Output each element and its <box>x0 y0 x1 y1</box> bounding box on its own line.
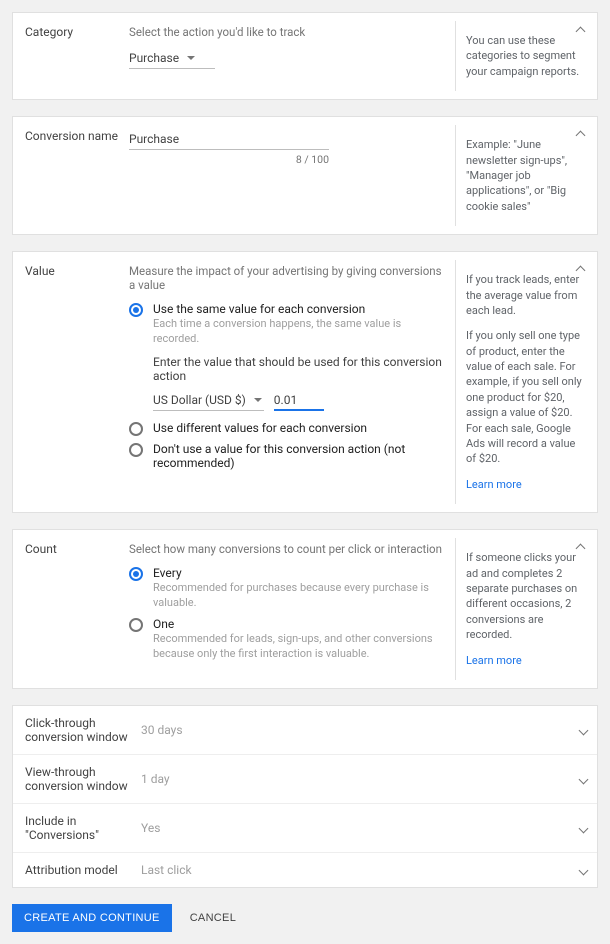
value-diff-label: Use different values for each conversion <box>153 421 443 435</box>
conversion-name-input[interactable] <box>129 129 329 150</box>
value-radio-none[interactable]: Don't use a value for this conversion ac… <box>129 442 443 470</box>
value-amount-prompt: Enter the value that should be used for … <box>153 355 443 383</box>
collapsed-settings: Click-through conversion window 30 days … <box>12 705 598 888</box>
category-label: Category <box>13 13 129 51</box>
count-radio-one[interactable]: One Recommended for leads, sign-ups, and… <box>129 617 443 662</box>
vtw-row[interactable]: View-through conversion window 1 day <box>13 755 597 804</box>
count-hint: Select how many conversions to count per… <box>129 542 443 556</box>
value-help-p1: If you track leads, enter the average va… <box>466 272 585 318</box>
category-section: Category Select the action you'd like to… <box>12 12 598 100</box>
chevron-down-icon <box>579 725 589 735</box>
value-same-desc: Each time a conversion happens, the same… <box>153 317 443 347</box>
inc-row[interactable]: Include in "Conversions" Yes <box>13 804 597 853</box>
count-help-p1: If someone clicks your ad and completes … <box>466 550 585 642</box>
chevron-down-icon <box>579 774 589 784</box>
ctw-value: 30 days <box>141 723 183 737</box>
chevron-up-icon <box>575 27 585 37</box>
count-learn-more-link[interactable]: Learn more <box>466 654 522 667</box>
vtw-label: View-through conversion window <box>25 765 141 793</box>
radio-icon <box>129 303 143 317</box>
value-collapse[interactable] <box>571 260 589 278</box>
count-label: Count <box>13 530 129 568</box>
count-one-label: One <box>153 617 443 631</box>
value-radio-diff[interactable]: Use different values for each conversion <box>129 421 443 436</box>
category-dropdown[interactable]: Purchase <box>129 49 215 69</box>
cancel-button[interactable]: CANCEL <box>186 904 240 932</box>
category-dropdown-value: Purchase <box>129 51 179 65</box>
action-buttons: CREATE AND CONTINUE CANCEL <box>12 904 598 932</box>
chevron-up-icon <box>575 131 585 141</box>
value-none-label: Don't use a value for this conversion ac… <box>153 442 443 470</box>
value-help-p2: If you only sell one type of product, en… <box>466 328 585 467</box>
currency-dropdown[interactable]: US Dollar (USD $) <box>153 391 264 411</box>
radio-icon <box>129 618 143 632</box>
inc-value: Yes <box>141 821 160 835</box>
count-radio-every[interactable]: Every Recommended for purchases because … <box>129 566 443 611</box>
count-section: Count Select how many conversions to cou… <box>12 529 598 689</box>
attr-row[interactable]: Attribution model Last click <box>13 853 597 887</box>
count-every-label: Every <box>153 566 443 580</box>
attr-value: Last click <box>141 863 192 877</box>
chevron-down-icon <box>579 865 589 875</box>
radio-icon <box>129 443 143 457</box>
value-learn-more-link[interactable]: Learn more <box>466 478 522 491</box>
value-label: Value <box>13 252 129 290</box>
ctw-label: Click-through conversion window <box>25 716 141 744</box>
currency-value: US Dollar (USD $) <box>153 393 246 407</box>
chevron-up-icon <box>575 544 585 554</box>
value-section: Value Measure the impact of your adverti… <box>12 251 598 513</box>
name-collapse[interactable] <box>571 125 589 143</box>
name-char-count: 8 / 100 <box>129 153 329 166</box>
chevron-down-icon <box>579 823 589 833</box>
count-one-desc: Recommended for leads, sign-ups, and oth… <box>153 632 443 662</box>
radio-icon <box>129 567 143 581</box>
value-radio-same[interactable]: Use the same value for each conversion E… <box>129 302 443 347</box>
ctw-row[interactable]: Click-through conversion window 30 days <box>13 706 597 755</box>
name-label: Conversion name <box>13 117 129 155</box>
vtw-value: 1 day <box>141 772 170 786</box>
inc-label: Include in "Conversions" <box>25 814 141 842</box>
caret-down-icon <box>187 56 195 60</box>
name-section: Conversion name 8 / 100 Example: "June n… <box>12 116 598 235</box>
create-and-continue-button[interactable]: CREATE AND CONTINUE <box>12 904 172 932</box>
radio-icon <box>129 422 143 436</box>
value-hint: Measure the impact of your advertising b… <box>129 264 443 292</box>
chevron-up-icon <box>575 266 585 276</box>
category-collapse[interactable] <box>571 21 589 39</box>
category-hint: Select the action you'd like to track <box>129 25 443 39</box>
count-every-desc: Recommended for purchases because every … <box>153 581 443 611</box>
attr-label: Attribution model <box>25 863 141 877</box>
caret-down-icon <box>254 398 262 402</box>
value-same-label: Use the same value for each conversion <box>153 302 443 316</box>
value-amount-input[interactable] <box>274 391 324 411</box>
count-collapse[interactable] <box>571 538 589 556</box>
